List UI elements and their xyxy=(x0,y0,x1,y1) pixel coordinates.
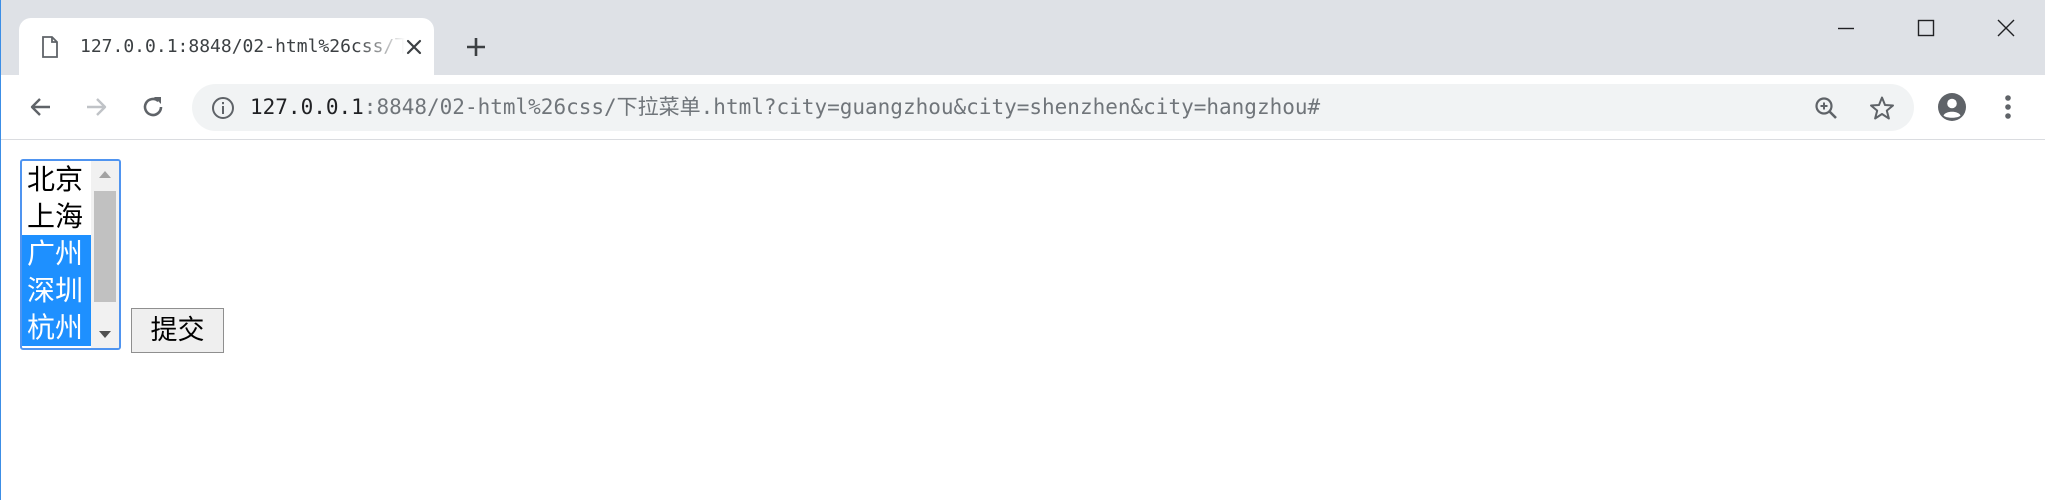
account-icon xyxy=(1938,93,1966,121)
browser-toolbar: 127.0.0.1:8848/02-html%26css/下拉菜单.html?c… xyxy=(1,75,2045,140)
city-option[interactable]: 深圳 xyxy=(22,272,91,309)
bookmark-button[interactable] xyxy=(1866,92,1898,124)
back-button[interactable] xyxy=(23,89,59,125)
document-icon xyxy=(41,36,59,58)
minimize-button[interactable] xyxy=(1806,0,1886,56)
close-icon[interactable] xyxy=(401,34,427,60)
zoom-in-icon xyxy=(1815,97,1837,119)
maximize-button[interactable] xyxy=(1886,0,1966,56)
plus-icon xyxy=(467,38,485,56)
city-option[interactable]: 北京 xyxy=(22,161,91,198)
scroll-up-icon[interactable] xyxy=(91,163,119,185)
url-host: 127.0.0.1 xyxy=(250,95,364,119)
scroll-down-icon[interactable] xyxy=(91,324,119,346)
menu-button[interactable] xyxy=(1990,89,2026,125)
more-vertical-icon xyxy=(2005,95,2011,119)
submit-button[interactable]: 提交 xyxy=(131,308,224,353)
city-options: 北京 上海 广州 深圳 杭州 xyxy=(22,161,91,346)
reload-button[interactable] xyxy=(135,89,171,125)
city-option[interactable]: 上海 xyxy=(22,198,91,235)
tab-title: 127.0.0.1:8848/02-html%26css/下拉菜单.html?c… xyxy=(80,36,405,57)
star-icon xyxy=(1870,96,1894,120)
tab-active[interactable]: 127.0.0.1:8848/02-html%26css/下拉菜单.html?c… xyxy=(19,18,434,75)
close-icon xyxy=(1997,19,2015,37)
back-arrow-icon xyxy=(30,98,50,116)
forward-arrow-icon xyxy=(87,98,107,116)
window-close-button[interactable] xyxy=(1966,0,2045,56)
url-text[interactable]: 127.0.0.1:8848/02-html%26css/下拉菜单.html?c… xyxy=(250,84,1320,131)
city-option[interactable]: 杭州 xyxy=(22,309,91,346)
city-option[interactable]: 广州 xyxy=(22,235,91,272)
url-path: :8848/02-html%26css/下拉菜单.html?city=guang… xyxy=(363,95,1321,119)
profile-button[interactable] xyxy=(1934,89,1970,125)
scrollbar-thumb[interactable] xyxy=(94,191,116,302)
listbox-scrollbar[interactable] xyxy=(91,161,119,348)
browser-window: 127.0.0.1:8848/02-html%26css/下拉菜单.html?c… xyxy=(0,0,2045,500)
info-icon[interactable] xyxy=(210,95,236,121)
maximize-icon xyxy=(1917,19,1935,37)
zoom-button[interactable] xyxy=(1810,92,1842,124)
minimize-icon xyxy=(1838,27,1854,30)
tab-strip: 127.0.0.1:8848/02-html%26css/下拉菜单.html?c… xyxy=(1,0,2045,75)
address-bar[interactable]: 127.0.0.1:8848/02-html%26css/下拉菜单.html?c… xyxy=(192,84,1914,131)
city-select[interactable]: 北京 上海 广州 深圳 杭州 xyxy=(20,159,121,350)
new-tab-button[interactable] xyxy=(459,30,493,64)
page-content: 北京 上海 广州 深圳 杭州 提交 xyxy=(1,140,2045,500)
forward-button[interactable] xyxy=(78,89,114,125)
reload-icon xyxy=(143,97,163,117)
